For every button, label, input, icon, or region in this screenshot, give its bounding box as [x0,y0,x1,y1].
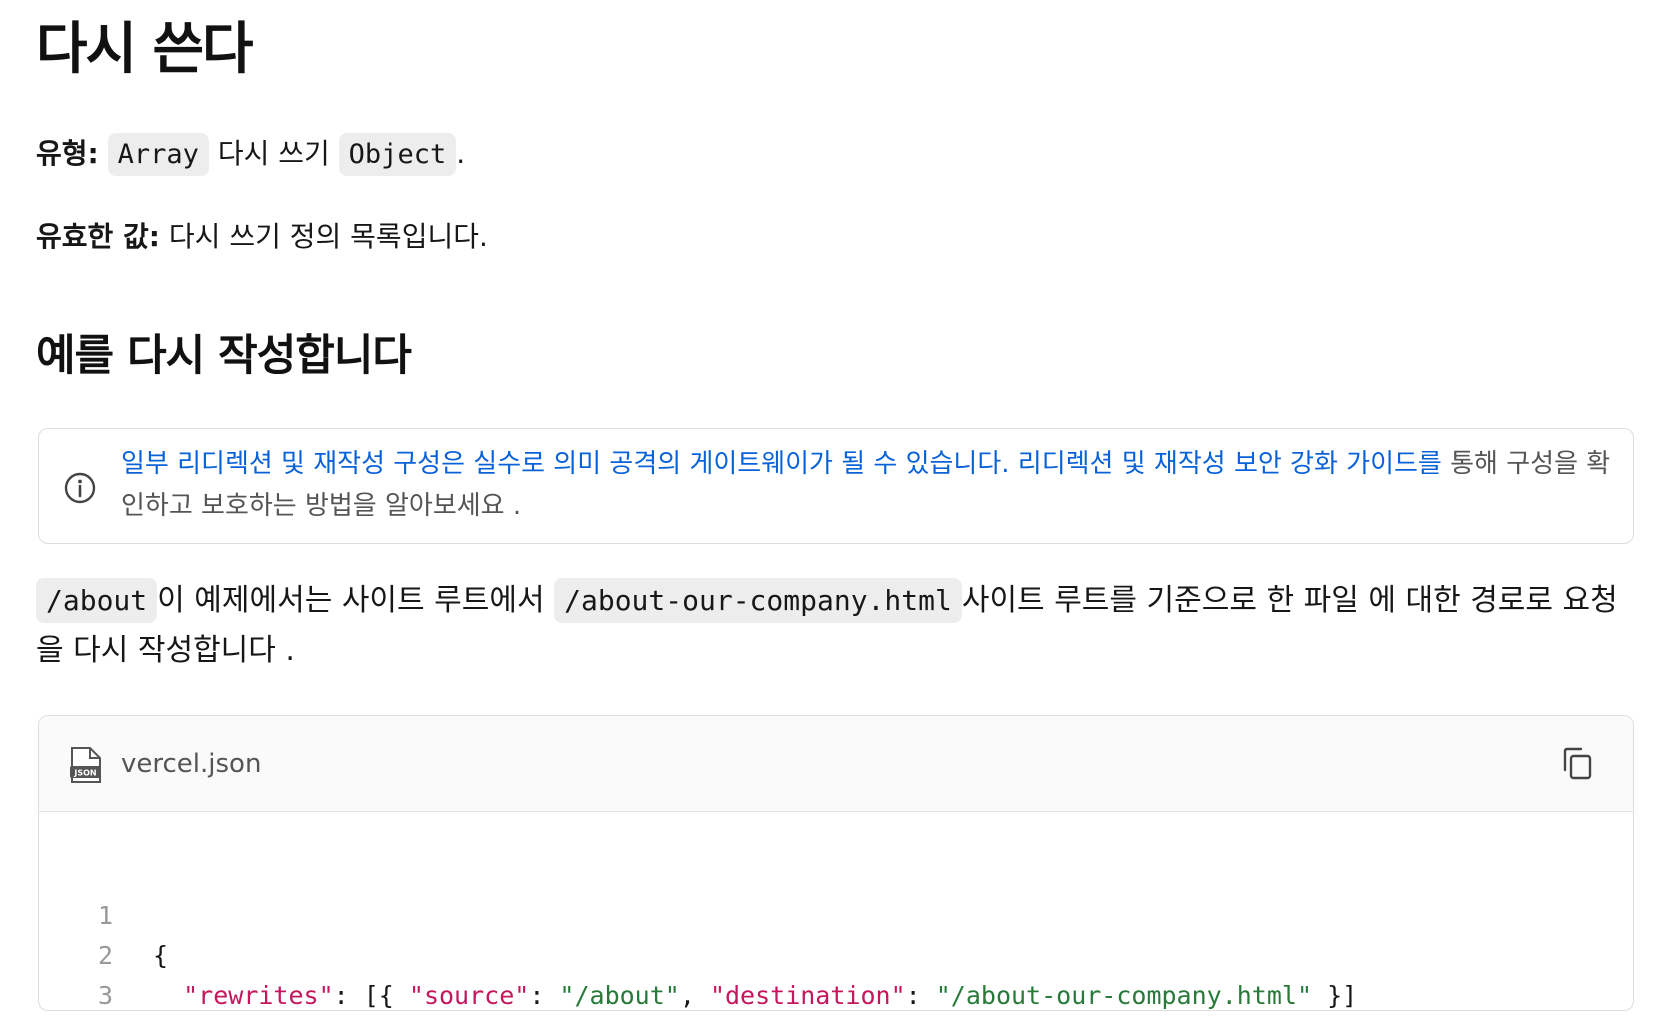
code-punct: , [679,981,710,1010]
copy-icon[interactable] [1559,746,1595,782]
security-guide-link[interactable]: 일부 리디렉션 및 재작성 구성은 실수로 의미 공격의 게이트웨이가 될 수 … [121,449,1442,479]
code-line: 3 } [39,936,1633,1010]
code-punct: }] [1312,981,1358,1010]
code-punct: : [529,981,560,1010]
description-text-1: 이 예제에서는 사이트 루트에서 [157,583,545,618]
inline-code-about: /about [36,578,158,623]
code-filename: vercel.json [121,749,262,779]
page-title: 다시 쓴다 [36,17,254,82]
json-value-source: "/about" [559,981,680,1010]
code-punct: : [905,981,936,1010]
callout-text: 일부 리디렉션 및 재작성 구성은 실수로 의미 공격의 게이트웨이가 될 수 … [121,443,1611,527]
type-mid-text: 다시 쓰기 [217,137,330,170]
code-block-header: JSON vercel.json [39,716,1633,812]
line-content: "rewrites": [{ "source": "/about", "dest… [153,976,1358,1010]
code-body: 1 { 2 "rewrites": [{ "source": "/about",… [39,812,1633,1010]
code-punct: : [{ [333,981,409,1010]
type-code-array: Array [107,133,209,176]
json-file-icon: JSON [70,747,101,783]
info-icon [64,472,96,504]
section-heading: 예를 다시 작성합니다 [36,331,412,381]
type-end: . [456,137,466,170]
valid-text: 다시 쓰기 정의 목록입니다. [168,220,488,253]
json-key-source: "source" [408,981,530,1010]
inline-code-destination: /about-our-company.html [554,578,962,623]
type-label: 유형: [36,137,99,170]
example-description: /about 이 예제에서는 사이트 루트에서 /about-our-compan… [36,576,1636,676]
code-line: 1 { [39,856,1633,970]
docs-page: 다시 쓴다 유형: Array 다시 쓰기 Object. 유효한 값: 다시 … [0,0,1666,1032]
json-key-destination: "destination" [709,981,906,1010]
svg-text:JSON: JSON [73,769,96,778]
json-value-destination: "/about-our-company.html" [935,981,1313,1010]
line-number: 3 [97,981,113,1010]
json-key-rewrites: "rewrites" [183,981,334,1010]
valid-values-line: 유효한 값: 다시 쓰기 정의 목록입니다. [36,211,488,263]
type-code-object: Object [338,133,457,176]
type-line: 유형: Array 다시 쓰기 Object. [36,128,465,181]
code-block: JSON vercel.json 1 { 2 "rewrites": [{ "s… [38,715,1634,1011]
security-callout: 일부 리디렉션 및 재작성 구성은 실수로 의미 공격의 게이트웨이가 될 수 … [38,428,1634,544]
code-line: 2 "rewrites": [{ "source": "/about", "de… [39,896,1633,1010]
valid-label: 유효한 값: [36,220,160,253]
